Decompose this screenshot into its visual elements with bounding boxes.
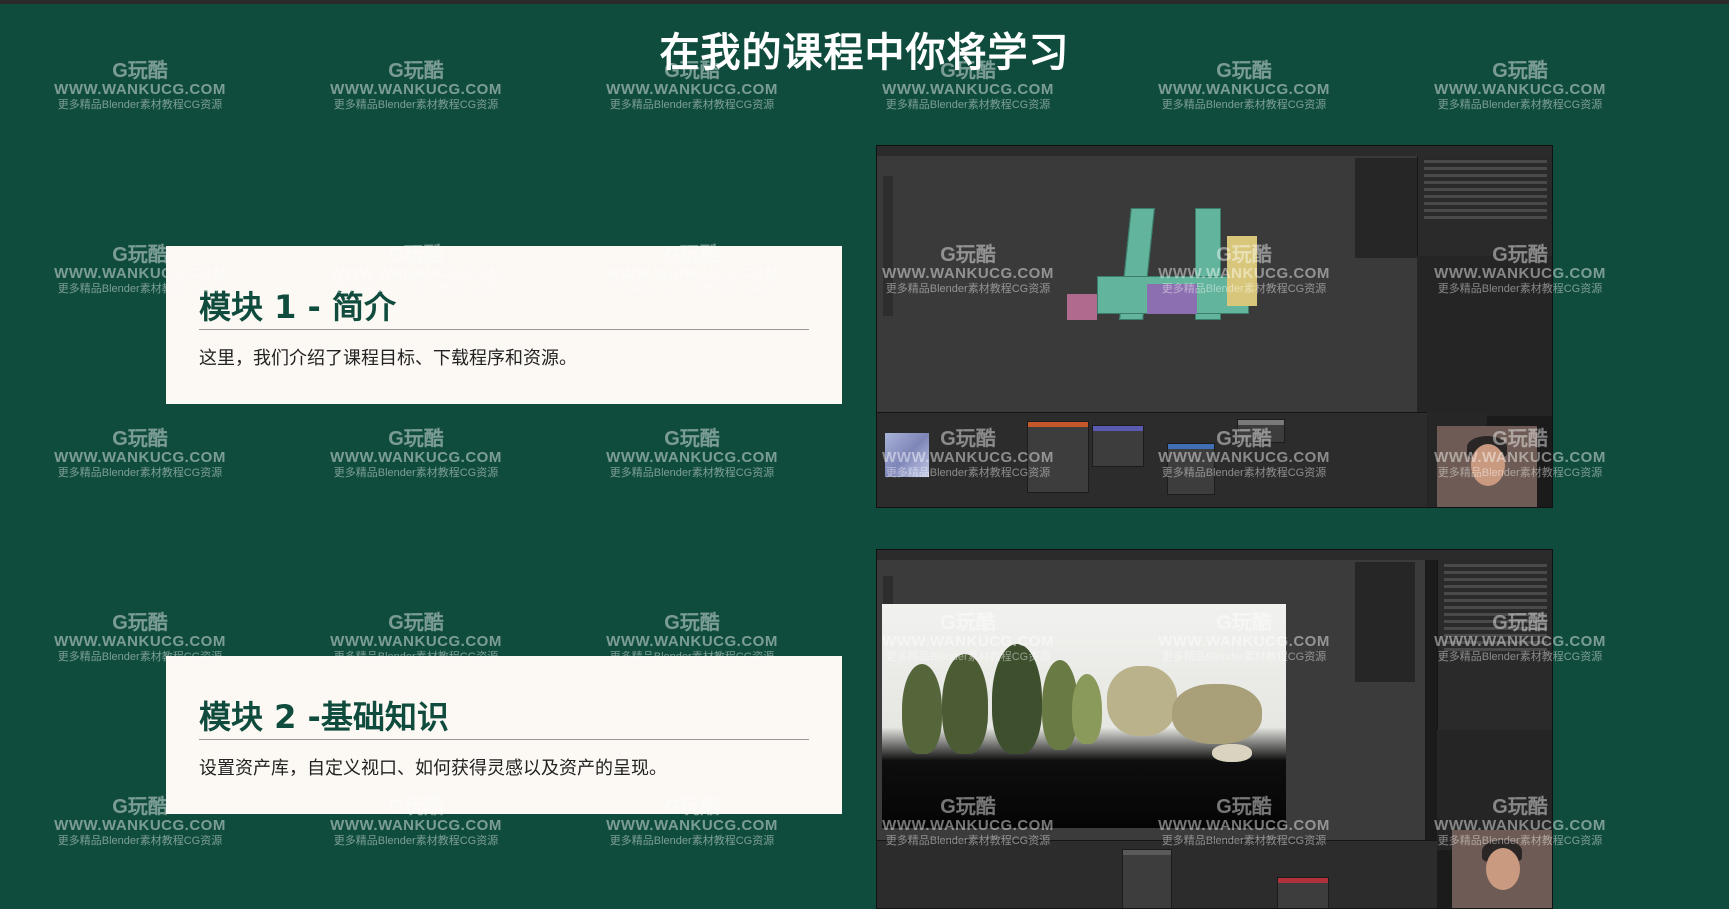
module-1-divider <box>199 329 809 330</box>
watermark-url: WWW.WANKUCG.COM <box>1434 81 1606 98</box>
watermark-url: WWW.WANKUCG.COM <box>882 81 1054 98</box>
watermark: G玩酷 WWW.WANKUCG.COM 更多精品Blender素材教程CG资源 <box>326 612 506 663</box>
watermark-subtitle: 更多精品Blender素材教程CG资源 <box>333 834 499 847</box>
watermark-url: WWW.WANKUCG.COM <box>54 633 226 650</box>
watermark-url: WWW.WANKUCG.COM <box>54 449 226 466</box>
instructor-webcam <box>1437 426 1537 507</box>
module-2-divider <box>199 739 809 740</box>
watermark-subtitle: 更多精品Blender素材教程CG资源 <box>1161 98 1327 111</box>
properties-panel <box>1417 256 1552 416</box>
watermark-logo: G玩酷 <box>664 612 720 634</box>
shader-node <box>1092 425 1144 467</box>
watermark-logo: G玩酷 <box>664 428 720 450</box>
3d-viewport <box>877 156 1417 412</box>
watermark: G玩酷 WWW.WANKUCG.COM 更多精品Blender素材教程CG资源 <box>602 428 782 479</box>
watermark-url: WWW.WANKUCG.COM <box>54 817 226 834</box>
module-card-1: 模块 1 - 简介 这里，我们介绍了课程目标、下载程序和资源。 <box>166 246 842 404</box>
watermark-url: WWW.WANKUCG.COM <box>330 81 502 98</box>
watermark: G玩酷 WWW.WANKUCG.COM 更多精品Blender素材教程CG资源 <box>602 612 782 663</box>
module-2-screenshot <box>876 549 1553 909</box>
watermark-subtitle: 更多精品Blender素材教程CG资源 <box>885 98 1051 111</box>
watermark-subtitle: 更多精品Blender素材教程CG资源 <box>333 98 499 111</box>
shader-node-editor <box>877 412 1427 507</box>
shader-node <box>1277 877 1329 908</box>
watermark-subtitle: 更多精品Blender素材教程CG资源 <box>609 98 775 111</box>
render-preview <box>882 604 1286 828</box>
watermark-logo: G玩酷 <box>388 612 444 634</box>
watermark-logo: G玩酷 <box>388 428 444 450</box>
module-2-heading: 模块 2 -基础知识 <box>199 698 449 736</box>
module-1-heading: 模块 1 - 简介 <box>199 288 396 326</box>
texture-preview <box>885 433 929 477</box>
transform-panel <box>1355 158 1417 258</box>
screenshot-menubar <box>877 550 1552 560</box>
toolbar-column <box>883 176 893 316</box>
house-model <box>1067 294 1097 320</box>
watermark-logo: G玩酷 <box>112 428 168 450</box>
shader-node <box>1122 849 1172 908</box>
module-1-description: 这里，我们介绍了课程目标、下载程序和资源。 <box>199 348 577 369</box>
house-model <box>1147 284 1197 314</box>
module-2-description: 设置资产库，自定义视口、如何获得灵感以及资产的呈现。 <box>199 758 667 779</box>
watermark-url: WWW.WANKUCG.COM <box>606 81 778 98</box>
screenshot-menubar <box>877 146 1552 156</box>
watermark-url: WWW.WANKUCG.COM <box>606 449 778 466</box>
watermark-url: WWW.WANKUCG.COM <box>1158 81 1330 98</box>
shader-node-editor <box>877 840 1437 908</box>
watermark-url: WWW.WANKUCG.COM <box>330 633 502 650</box>
instructor-webcam <box>1452 830 1552 908</box>
3d-viewport <box>877 560 1425 840</box>
watermark-url: WWW.WANKUCG.COM <box>606 817 778 834</box>
page-title: 在我的课程中你将学习 <box>659 30 1070 76</box>
tower-model <box>1227 236 1257 306</box>
outliner-panel <box>1437 560 1552 730</box>
watermark: G玩酷 WWW.WANKUCG.COM 更多精品Blender素材教程CG资源 <box>326 428 506 479</box>
watermark-subtitle: 更多精品Blender素材教程CG资源 <box>57 466 223 479</box>
shader-node <box>1167 443 1215 495</box>
top-bar <box>0 0 1729 4</box>
watermark-subtitle: 更多精品Blender素材教程CG资源 <box>57 834 223 847</box>
module-card-2: 模块 2 -基础知识 设置资产库，自定义视口、如何获得灵感以及资产的呈现。 <box>166 656 842 814</box>
transform-panel <box>1355 562 1415 682</box>
module-1-screenshot <box>876 145 1553 508</box>
watermark: G玩酷 WWW.WANKUCG.COM 更多精品Blender素材教程CG资源 <box>50 428 230 479</box>
shader-node <box>1027 421 1089 493</box>
watermark-logo: G玩酷 <box>112 612 168 634</box>
watermark-url: WWW.WANKUCG.COM <box>54 81 226 98</box>
watermark-url: WWW.WANKUCG.COM <box>330 817 502 834</box>
watermark-subtitle: 更多精品Blender素材教程CG资源 <box>609 834 775 847</box>
watermark-subtitle: 更多精品Blender素材教程CG资源 <box>609 466 775 479</box>
watermark-subtitle: 更多精品Blender素材教程CG资源 <box>1437 98 1603 111</box>
watermark-subtitle: 更多精品Blender素材教程CG资源 <box>57 98 223 111</box>
watermark-url: WWW.WANKUCG.COM <box>606 633 778 650</box>
outliner-panel <box>1417 156 1552 256</box>
shader-node <box>1237 419 1285 443</box>
watermark-url: WWW.WANKUCG.COM <box>330 449 502 466</box>
watermark-subtitle: 更多精品Blender素材教程CG资源 <box>333 466 499 479</box>
watermark: G玩酷 WWW.WANKUCG.COM 更多精品Blender素材教程CG资源 <box>50 612 230 663</box>
